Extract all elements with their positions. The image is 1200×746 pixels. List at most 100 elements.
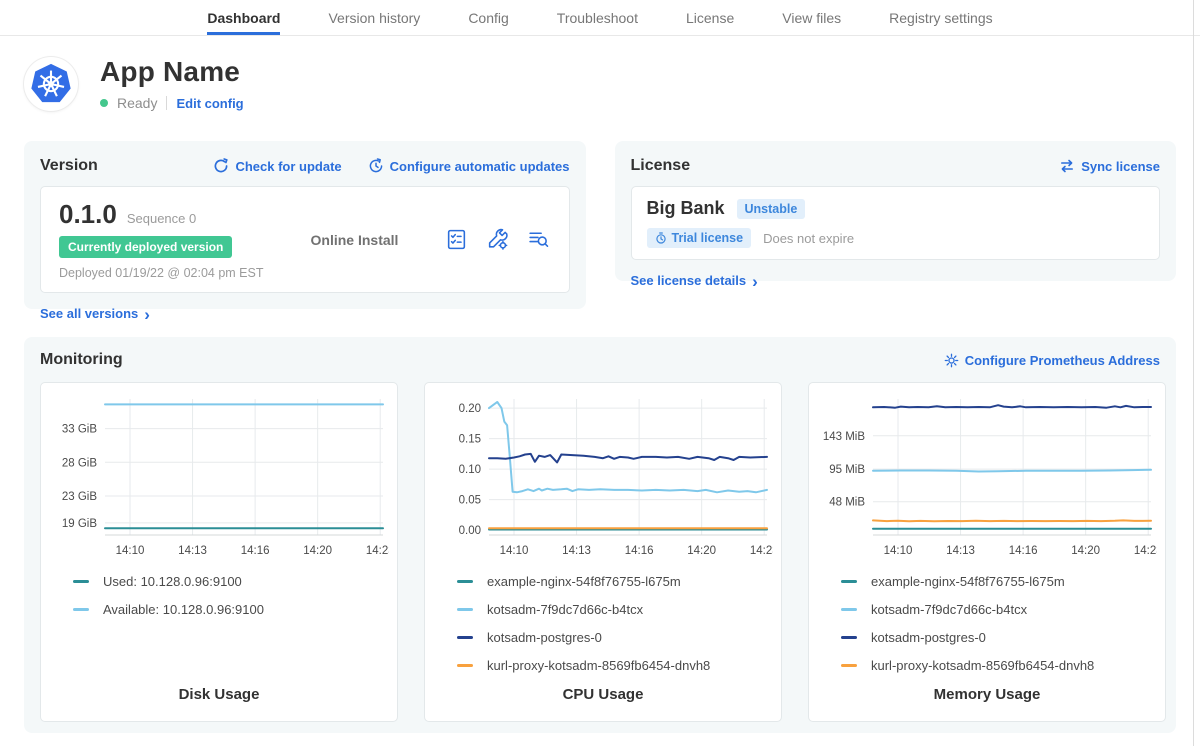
check-for-update-link[interactable]: Check for update <box>213 158 341 174</box>
app-header: App Name Ready Edit config <box>0 36 1200 111</box>
svg-text:14:16: 14:16 <box>241 545 270 557</box>
svg-text:0.15: 0.15 <box>459 434 481 446</box>
svg-text:14:13: 14:13 <box>946 545 975 557</box>
legend-color-dash <box>841 580 857 583</box>
svg-text:14:20: 14:20 <box>303 545 332 557</box>
status-dot <box>100 99 108 107</box>
svg-text:0.10: 0.10 <box>459 464 481 476</box>
see-all-versions-link[interactable]: See all versions› <box>40 306 150 321</box>
legend-color-dash <box>457 636 473 639</box>
legend-color-dash <box>841 636 857 639</box>
tab-dashboard[interactable]: Dashboard <box>207 0 280 35</box>
top-nav: Dashboard Version history Config Trouble… <box>0 0 1200 36</box>
license-card: License Sync license Big Bank Unstable <box>615 141 1177 281</box>
legend-item: kurl-proxy-kotsadm-8569fb6454-dnvh8 <box>841 659 1157 672</box>
app-logo <box>24 57 78 111</box>
chevron-right-icon: › <box>752 277 758 287</box>
legend-color-dash <box>73 580 89 583</box>
configure-prometheus-link[interactable]: Configure Prometheus Address <box>944 353 1160 368</box>
legend-item: kotsadm-7f9dc7d66c-b4tcx <box>457 603 773 616</box>
legend-label: kurl-proxy-kotsadm-8569fb6454-dnvh8 <box>871 658 1094 673</box>
svg-text:14:10: 14:10 <box>116 545 145 557</box>
disk-usage-panel: 14:10 14:13 14:16 14:20 14:23 33 GiB 28 GiB 23 … <box>40 382 398 722</box>
chart-title: Disk Usage <box>49 686 389 721</box>
svg-text:14:23: 14:23 <box>750 545 773 557</box>
gear-icon <box>944 353 959 368</box>
checklist-icon <box>445 228 468 251</box>
license-expiry: Does not expire <box>763 231 854 246</box>
tab-version-history[interactable]: Version history <box>328 0 420 35</box>
svg-text:14:10: 14:10 <box>884 545 913 557</box>
legend-item: kotsadm-postgres-0 <box>457 631 773 644</box>
legend-label: Available: 10.128.0.96:9100 <box>103 602 264 617</box>
disk-usage-chart: 14:10 14:13 14:16 14:20 14:23 33 GiB 28 GiB 23 … <box>49 393 389 561</box>
svg-text:48 MiB: 48 MiB <box>829 497 865 509</box>
legend-item: example-nginx-54f8f76755-l675m <box>841 575 1157 588</box>
legend-label: kotsadm-postgres-0 <box>871 630 986 645</box>
memory-usage-legend: example-nginx-54f8f76755-l675m kotsadm-7f… <box>841 575 1157 672</box>
edit-config-button[interactable] <box>486 228 509 251</box>
disk-usage-legend: Used: 10.128.0.96:9100 Available: 10.128.… <box>73 575 389 616</box>
version-card: Version Check for update Configure au <box>24 141 586 309</box>
legend-label: example-nginx-54f8f76755-l675m <box>871 574 1065 589</box>
edit-config-link[interactable]: Edit config <box>176 96 243 111</box>
legend-label: kotsadm-7f9dc7d66c-b4tcx <box>487 602 643 617</box>
sync-license-link[interactable]: Sync license <box>1059 158 1160 174</box>
svg-text:0.00: 0.00 <box>459 525 481 537</box>
customer-name: Big Bank <box>647 198 725 219</box>
svg-text:0.05: 0.05 <box>459 495 481 507</box>
svg-text:14:23: 14:23 <box>366 545 389 557</box>
channel-badge: Unstable <box>737 199 806 219</box>
svg-text:14:20: 14:20 <box>1071 545 1100 557</box>
svg-text:33 GiB: 33 GiB <box>62 424 97 436</box>
legend-color-dash <box>841 664 857 667</box>
legend-label: kotsadm-7f9dc7d66c-b4tcx <box>871 602 1027 617</box>
see-license-details-link[interactable]: See license details› <box>631 273 758 288</box>
deployed-version-badge: Currently deployed version <box>59 236 232 258</box>
logs-search-icon <box>527 228 550 251</box>
monitoring-card: Monitoring Configure Prometheus Address … <box>24 337 1176 733</box>
configure-automatic-updates-link[interactable]: Configure automatic updates <box>368 158 570 174</box>
svg-text:23 GiB: 23 GiB <box>62 491 97 503</box>
tab-registry-settings[interactable]: Registry settings <box>889 0 992 35</box>
chart-title: CPU Usage <box>433 686 773 721</box>
license-card-title: License <box>631 157 691 175</box>
deployed-version-row: 0.1.0 Sequence 0 Currently deployed vers… <box>40 186 570 293</box>
cpu-usage-chart: 14:1014:1314:1614:2014:230.200.150.100.0… <box>433 393 773 561</box>
tab-license[interactable]: License <box>686 0 734 35</box>
license-summary-row: Big Bank Unstable Trial license Does not… <box>631 186 1161 260</box>
svg-text:143 MiB: 143 MiB <box>823 431 866 443</box>
svg-text:14:16: 14:16 <box>1009 545 1038 557</box>
legend-item: Available: 10.128.0.96:9100 <box>73 603 389 616</box>
tab-config[interactable]: Config <box>468 0 508 35</box>
tab-troubleshoot[interactable]: Troubleshoot <box>557 0 638 35</box>
status-text: Ready <box>117 95 157 111</box>
tab-view-files[interactable]: View files <box>782 0 841 35</box>
trial-license-badge: Trial license <box>647 228 752 248</box>
svg-text:95 MiB: 95 MiB <box>829 464 865 476</box>
install-type-label: Online Install <box>311 232 399 248</box>
legend-color-dash <box>457 664 473 667</box>
version-card-title: Version <box>40 157 98 175</box>
legend-label: example-nginx-54f8f76755-l675m <box>487 574 681 589</box>
kubernetes-icon <box>30 63 72 105</box>
svg-text:14:10: 14:10 <box>500 545 529 557</box>
version-sequence: Sequence 0 <box>127 211 196 226</box>
stopwatch-icon <box>655 232 667 244</box>
legend-color-dash <box>73 608 89 611</box>
version-number: 0.1.0 <box>59 199 117 230</box>
legend-color-dash <box>457 580 473 583</box>
svg-text:14:13: 14:13 <box>178 545 207 557</box>
legend-item: example-nginx-54f8f76755-l675m <box>457 575 773 588</box>
legend-label: kotsadm-postgres-0 <box>487 630 602 645</box>
memory-usage-chart: 14:10 14:13 14:16 14:20 14:23 143 MiB 95 MiB 48… <box>817 393 1157 561</box>
svg-text:14:23: 14:23 <box>1134 545 1157 557</box>
legend-item: kotsadm-postgres-0 <box>841 631 1157 644</box>
memory-usage-panel: 14:10 14:13 14:16 14:20 14:23 143 MiB 95 MiB 48… <box>808 382 1166 722</box>
preflight-checks-button[interactable] <box>445 228 468 251</box>
page-right-border <box>1193 0 1194 746</box>
view-logs-button[interactable] <box>527 228 550 251</box>
legend-label: kurl-proxy-kotsadm-8569fb6454-dnvh8 <box>487 658 710 673</box>
legend-item: Used: 10.128.0.96:9100 <box>73 575 389 588</box>
svg-text:28 GiB: 28 GiB <box>62 457 97 469</box>
